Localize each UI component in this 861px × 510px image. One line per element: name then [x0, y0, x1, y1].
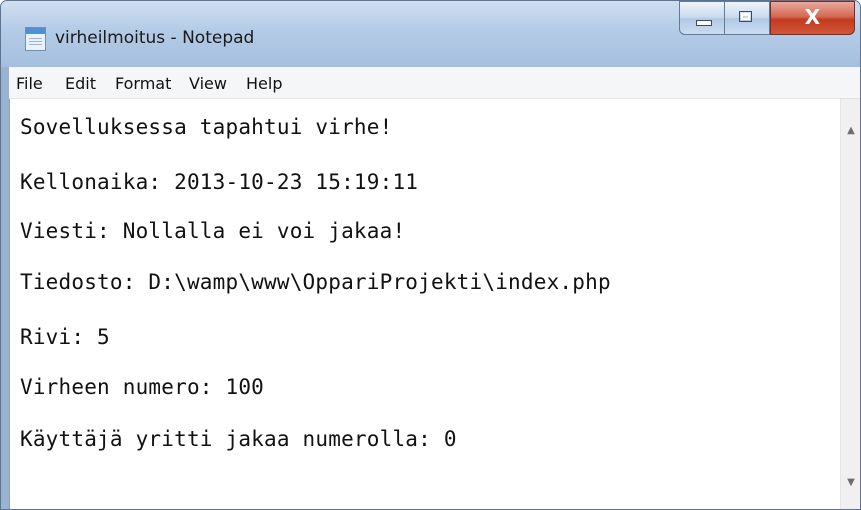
notepad-window: virheilmoitus - Notepad X File Edit Form…: [0, 0, 861, 510]
vertical-scrollbar[interactable]: ▲ ▼: [840, 99, 860, 509]
menu-view[interactable]: View: [189, 74, 227, 93]
text-line: Viesti: Nollalla ei voi jakaa!: [20, 219, 406, 243]
scroll-up-icon[interactable]: ▲: [841, 121, 860, 141]
text-line: Virheen numero: 100: [20, 375, 265, 399]
minimize-button[interactable]: [679, 1, 725, 35]
menu-help[interactable]: Help: [246, 74, 282, 93]
menu-bar: File Edit Format View Help: [9, 67, 860, 99]
minimize-icon: [696, 20, 712, 26]
caption-buttons: X: [679, 1, 855, 37]
scroll-down-icon[interactable]: ▼: [841, 473, 860, 493]
text-line: Käyttäjä yritti jakaa numerolla: 0: [20, 427, 457, 451]
menu-format[interactable]: Format: [115, 74, 171, 93]
menu-edit[interactable]: Edit: [65, 74, 96, 93]
text-line: Tiedosto: D:\wamp\www\OppariProjekti\ind…: [20, 270, 611, 294]
notepad-icon[interactable]: [25, 27, 46, 51]
close-icon: X: [804, 5, 821, 29]
window-title: virheilmoitus - Notepad: [55, 28, 255, 48]
text-line: Rivi: 5: [20, 325, 110, 349]
text-line: Sovelluksessa tapahtui virhe!: [20, 115, 393, 139]
text-editor[interactable]: Sovelluksessa tapahtui virhe! Kellonaika…: [9, 99, 860, 509]
close-button[interactable]: X: [770, 1, 855, 35]
title-bar[interactable]: virheilmoitus - Notepad X: [1, 1, 860, 67]
menu-file[interactable]: File: [16, 74, 43, 93]
maximize-button[interactable]: [725, 1, 770, 35]
text-line: Kellonaika: 2013-10-23 15:19:11: [20, 170, 419, 194]
maximize-icon: [739, 11, 752, 22]
